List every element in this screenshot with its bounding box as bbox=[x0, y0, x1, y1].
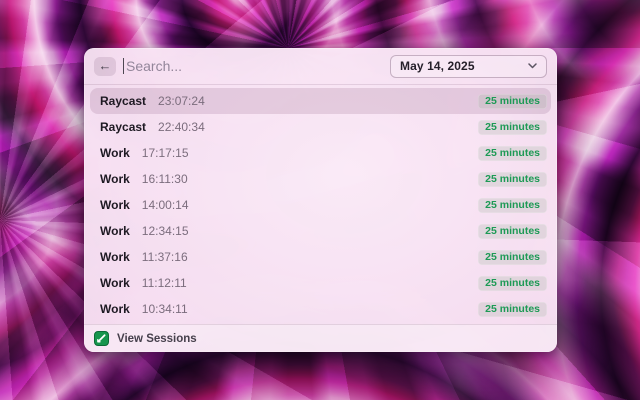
duration-badge: 25 minutes bbox=[478, 120, 547, 135]
duration-badge: 25 minutes bbox=[478, 224, 547, 239]
duration-badge: 25 minutes bbox=[478, 198, 547, 213]
desktop: ← May 14, 2025 Raycast 23:07:24 25 minut… bbox=[0, 0, 640, 400]
session-row[interactable]: Work 12:34:15 25 minutes bbox=[90, 218, 551, 244]
session-name: Work bbox=[100, 302, 130, 316]
back-arrow-icon: ← bbox=[99, 57, 112, 75]
session-time: 11:12:11 bbox=[142, 276, 478, 290]
session-time: 10:34:11 bbox=[142, 302, 478, 316]
session-list: Raycast 23:07:24 25 minutes Raycast 22:4… bbox=[84, 85, 557, 324]
session-name: Work bbox=[100, 276, 130, 290]
session-time: 22:40:34 bbox=[158, 120, 478, 134]
session-name: Work bbox=[100, 146, 130, 160]
view-sessions-button[interactable]: View Sessions bbox=[117, 333, 197, 345]
footer-bar: View Sessions bbox=[84, 324, 557, 352]
session-time: 23:07:24 bbox=[158, 94, 478, 108]
session-row[interactable]: Work 10:34:11 25 minutes bbox=[90, 296, 551, 322]
session-name: Raycast bbox=[100, 120, 146, 134]
session-time: 12:34:15 bbox=[142, 224, 478, 238]
session-row[interactable]: Work 11:37:16 25 minutes bbox=[90, 244, 551, 270]
date-picker[interactable]: May 14, 2025 bbox=[390, 55, 547, 78]
session-name: Work bbox=[100, 224, 130, 238]
session-time: 14:00:14 bbox=[142, 198, 478, 212]
search-bar: ← May 14, 2025 bbox=[84, 48, 557, 85]
search-input[interactable] bbox=[124, 58, 390, 74]
back-button[interactable]: ← bbox=[94, 57, 116, 76]
session-row[interactable]: Raycast 22:40:34 25 minutes bbox=[90, 114, 551, 140]
duration-badge: 25 minutes bbox=[478, 250, 547, 265]
session-time: 16:11:30 bbox=[142, 172, 478, 186]
date-picker-value: May 14, 2025 bbox=[400, 59, 475, 73]
session-row[interactable]: Work 16:11:30 25 minutes bbox=[90, 166, 551, 192]
session-name: Work bbox=[100, 198, 130, 212]
session-name: Work bbox=[100, 250, 130, 264]
session-time: 11:37:16 bbox=[142, 250, 478, 264]
session-time: 17:17:15 bbox=[142, 146, 478, 160]
session-name: Raycast bbox=[100, 94, 146, 108]
duration-badge: 25 minutes bbox=[478, 94, 547, 109]
duration-badge: 25 minutes bbox=[478, 276, 547, 291]
session-row[interactable]: Work 11:12:11 25 minutes bbox=[90, 270, 551, 296]
sessions-window: ← May 14, 2025 Raycast 23:07:24 25 minut… bbox=[84, 48, 557, 352]
search-field-wrap bbox=[123, 58, 390, 74]
duration-badge: 25 minutes bbox=[478, 302, 547, 317]
session-row[interactable]: Raycast 23:07:24 25 minutes bbox=[90, 88, 551, 114]
duration-badge: 25 minutes bbox=[478, 146, 547, 161]
duration-badge: 25 minutes bbox=[478, 172, 547, 187]
compose-pencil-icon bbox=[94, 331, 109, 346]
session-row[interactable]: Work 17:17:15 25 minutes bbox=[90, 140, 551, 166]
session-row[interactable]: Work 14:00:14 25 minutes bbox=[90, 192, 551, 218]
session-name: Work bbox=[100, 172, 130, 186]
chevron-down-icon bbox=[528, 63, 537, 69]
